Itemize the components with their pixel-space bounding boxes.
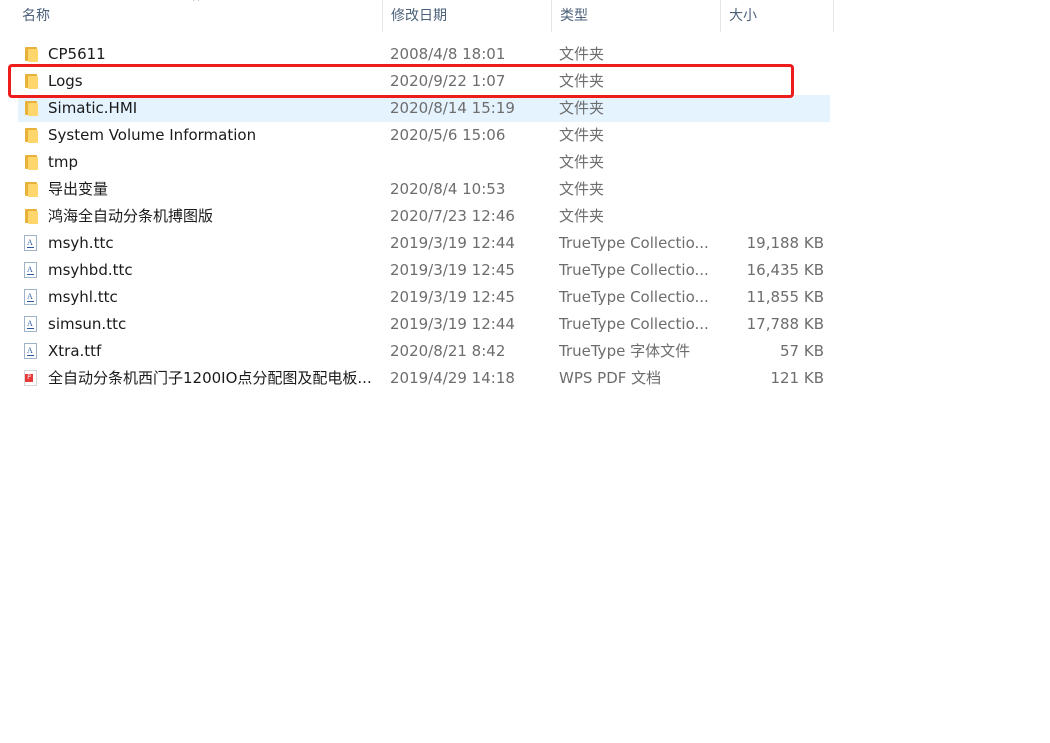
file-row[interactable]: tmp 文件夹 xyxy=(18,149,830,176)
file-type: TrueType 字体文件 xyxy=(559,342,691,360)
file-size xyxy=(718,95,824,122)
file-type: TrueType Collectio... xyxy=(559,315,709,333)
folder-icon xyxy=(24,45,40,63)
column-header-type[interactable]: 类型 xyxy=(552,0,721,32)
file-row[interactable]: CP5611 2008/4/8 18:01 文件夹 xyxy=(18,41,830,68)
file-size xyxy=(718,41,824,68)
file-name: Xtra.ttf xyxy=(48,342,102,360)
sort-ascending-icon: ^ xyxy=(192,0,201,8)
file-date-modified: 2020/7/23 12:46 xyxy=(390,207,515,225)
font-file-icon: A xyxy=(24,316,37,332)
folder-icon xyxy=(24,126,40,144)
file-type: TrueType Collectio... xyxy=(559,288,709,306)
file-name: Simatic.HMI xyxy=(48,99,138,117)
file-type: TrueType Collectio... xyxy=(559,234,709,252)
column-header-date-modified[interactable]: 修改日期 xyxy=(383,0,552,32)
file-name: Logs xyxy=(48,72,83,90)
file-list: CP5611 2008/4/8 18:01 文件夹 Logs 2020/9/22 1:0… xyxy=(18,41,830,392)
file-row[interactable]: Amsyhbd.ttc 2019/3/19 12:45 TrueType Colle… xyxy=(18,257,830,284)
file-size: 17,788 KB xyxy=(746,315,824,333)
file-date-modified: 2020/9/22 1:07 xyxy=(390,72,506,90)
file-row[interactable]: Logs 2020/9/22 1:07 文件夹 xyxy=(18,68,830,95)
column-header-bar: 名称 ^ 修改日期 类型 大小 xyxy=(0,0,834,32)
file-date-modified: 2020/8/4 10:53 xyxy=(390,180,506,198)
file-size xyxy=(718,203,824,230)
font-file-icon: A xyxy=(24,262,37,278)
pdf-file-icon: P xyxy=(24,370,37,386)
file-date-modified: 2019/3/19 12:44 xyxy=(390,234,515,252)
file-name: CP5611 xyxy=(48,45,106,63)
file-date-modified: 2020/8/21 8:42 xyxy=(390,342,506,360)
file-name: 全自动分条机西门子1200IO点分配图及配电板... xyxy=(48,369,372,387)
font-file-icon: A xyxy=(24,235,37,251)
folder-icon xyxy=(24,207,40,225)
file-row[interactable]: P 全自动分条机西门子1200IO点分配图及配电板... 2019/4/29 14:… xyxy=(18,365,830,392)
file-size: 16,435 KB xyxy=(746,261,824,279)
file-date-modified: 2019/3/19 12:44 xyxy=(390,315,515,333)
file-type: 文件夹 xyxy=(559,207,605,225)
file-size xyxy=(718,68,824,95)
folder-icon xyxy=(24,72,40,90)
file-name: simsun.ttc xyxy=(48,315,127,333)
file-name: 鸿海全自动分条机搏图版 xyxy=(48,207,214,225)
file-type: 文件夹 xyxy=(559,72,605,90)
file-size xyxy=(718,122,824,149)
file-row[interactable]: Simatic.HMI 2020/8/14 15:19 文件夹 xyxy=(18,95,830,122)
folder-icon xyxy=(24,99,40,117)
file-size: 19,188 KB xyxy=(746,234,824,252)
file-size: 121 KB xyxy=(770,369,824,387)
file-type: 文件夹 xyxy=(559,99,605,117)
font-file-icon: A xyxy=(24,343,37,359)
file-name: msyhl.ttc xyxy=(48,288,118,306)
file-size: 11,855 KB xyxy=(746,288,824,306)
file-date-modified: 2020/8/14 15:19 xyxy=(390,99,515,117)
file-type: TrueType Collectio... xyxy=(559,261,709,279)
file-name: msyhbd.ttc xyxy=(48,261,133,279)
file-row[interactable]: A Xtra.ttf 2020/8/21 8:42 TrueType 字体文件 57 K… xyxy=(18,338,830,365)
file-row[interactable]: System Volume Information 2020/5/6 15:06 文… xyxy=(18,122,830,149)
file-date-modified: 2019/3/19 12:45 xyxy=(390,261,515,279)
file-type: 文件夹 xyxy=(559,126,605,144)
file-type: 文件夹 xyxy=(559,180,605,198)
file-size: 57 KB xyxy=(780,342,824,360)
file-name: 导出变量 xyxy=(48,180,109,198)
file-size xyxy=(718,149,824,176)
file-type: 文件夹 xyxy=(559,45,605,63)
file-name: System Volume Information xyxy=(48,126,257,144)
file-row[interactable]: Amsyh.ttc 2019/3/19 12:44 TrueType Collect… xyxy=(18,230,830,257)
file-name: tmp xyxy=(48,153,79,171)
file-size xyxy=(718,176,824,203)
file-row[interactable]: 鸿海全自动分条机搏图版 2020/7/23 12:46 文件夹 xyxy=(18,203,830,230)
file-row[interactable]: Asimsun.ttc 2019/3/19 12:44 TrueType Colle… xyxy=(18,311,830,338)
file-date-modified: 2019/3/19 12:45 xyxy=(390,288,515,306)
file-type: 文件夹 xyxy=(559,153,605,171)
file-date-modified xyxy=(390,149,550,176)
font-file-icon: A xyxy=(24,289,37,305)
file-name: msyh.ttc xyxy=(48,234,114,252)
file-date-modified: 2019/4/29 14:18 xyxy=(390,369,515,387)
folder-icon xyxy=(24,180,40,198)
file-type: WPS PDF 文档 xyxy=(559,369,662,387)
folder-icon xyxy=(24,153,40,171)
file-row[interactable]: Amsyhl.ttc 2019/3/19 12:45 TrueType Collec… xyxy=(18,284,830,311)
column-header-size[interactable]: 大小 xyxy=(721,0,834,32)
file-date-modified: 2020/5/6 15:06 xyxy=(390,126,506,144)
file-row[interactable]: 导出变量 2020/8/4 10:53 文件夹 xyxy=(18,176,830,203)
file-date-modified: 2008/4/8 18:01 xyxy=(390,45,506,63)
